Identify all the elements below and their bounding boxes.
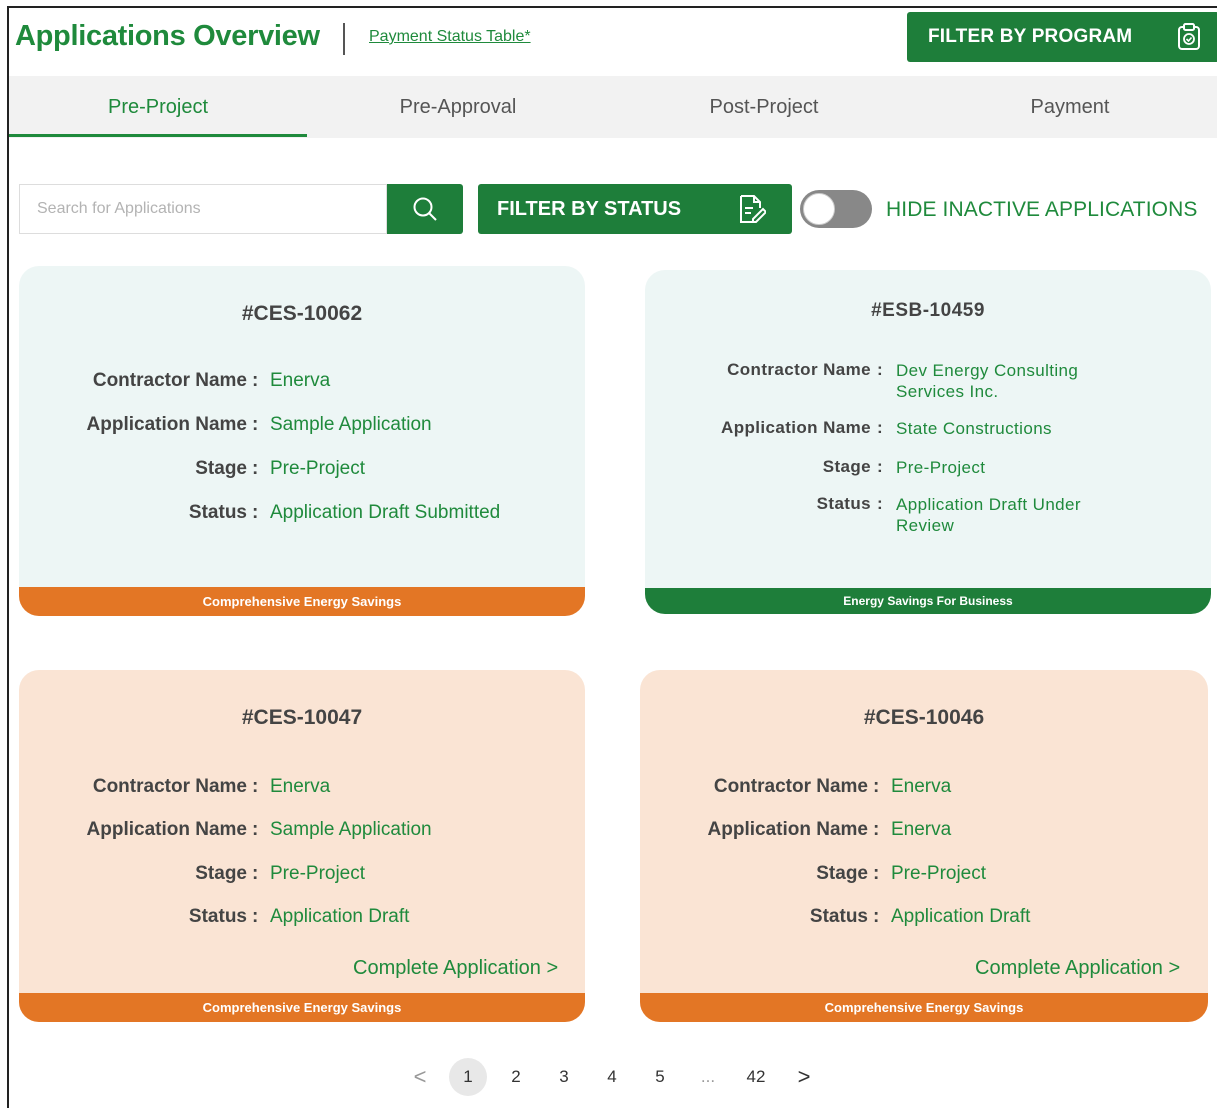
search-button[interactable]	[387, 184, 463, 234]
filter-by-status-label: FILTER BY STATUS	[497, 197, 682, 220]
status-label: Status	[188, 502, 247, 523]
active-tab-indicator	[9, 134, 307, 137]
stage-value: Pre-Project	[270, 863, 366, 884]
application-name-label: Application Name	[86, 819, 247, 840]
application-name-label: Application Name	[721, 418, 871, 437]
colon: :	[252, 414, 259, 435]
application-id: #CES-10046	[863, 706, 985, 729]
header: Applications Overview Payment Status Tab…	[9, 8, 1217, 76]
pagination: < 1 2 3 4 5 ... 42 >	[9, 1058, 1217, 1098]
program-badge: Comprehensive Energy Savings	[19, 587, 585, 616]
program-badge: Comprehensive Energy Savings	[640, 993, 1208, 1022]
application-card[interactable]: #CES-10046 Contractor Name : Enerva Appl…	[640, 670, 1208, 1022]
toggle-knob	[803, 193, 835, 225]
stage-value: Pre-Project	[896, 458, 986, 477]
contractor-value: Dev Energy Consulting Services Inc.	[896, 361, 1079, 401]
header-divider	[343, 23, 345, 55]
contractor-label: Contractor Name	[727, 360, 871, 379]
program-badge: Comprehensive Energy Savings	[19, 993, 585, 1022]
colon: :	[877, 360, 884, 379]
stage-label: Stage	[816, 863, 868, 884]
page-ellipsis: ...	[700, 1067, 716, 1086]
app-frame: Applications Overview Payment Status Tab…	[7, 6, 1217, 1108]
search-icon	[413, 197, 437, 221]
hide-inactive-toggle[interactable]	[800, 190, 872, 228]
contractor-label: Contractor Name	[92, 370, 247, 391]
filter-by-status-button[interactable]: FILTER BY STATUS	[478, 184, 792, 234]
colon: :	[873, 776, 880, 797]
prev-page-button[interactable]: <	[401, 1058, 439, 1096]
stage-label: Stage	[195, 458, 247, 479]
status-label: Status	[816, 494, 871, 513]
hide-inactive-label: HIDE INACTIVE APPLICATIONS	[886, 198, 1198, 221]
page-1-button[interactable]: 1	[449, 1058, 487, 1096]
search-input[interactable]	[37, 200, 377, 218]
page-4-button[interactable]: 4	[593, 1058, 631, 1096]
colon: :	[252, 370, 259, 391]
colon: :	[252, 458, 259, 479]
page-2-button[interactable]: 2	[497, 1058, 535, 1096]
payment-status-link[interactable]: Payment Status Table*	[369, 28, 531, 46]
clipboard-icon	[1178, 23, 1200, 50]
colon: :	[877, 494, 884, 513]
application-name-value: State Constructions	[896, 419, 1052, 438]
page-42-button[interactable]: 42	[737, 1058, 775, 1096]
contractor-value: Enerva	[270, 776, 331, 797]
tab-pre-approval[interactable]: Pre-Approval	[309, 76, 607, 138]
application-name-label: Application Name	[707, 819, 868, 840]
colon: :	[252, 906, 259, 927]
application-card[interactable]: #ESB-10459 Contractor Name : Dev Energy …	[645, 270, 1211, 614]
tab-pre-project[interactable]: Pre-Project	[9, 76, 307, 138]
page-5-button[interactable]: 5	[641, 1058, 679, 1096]
complete-application-link[interactable]: Complete Application >	[975, 957, 1180, 980]
application-name-value: Sample Application	[270, 819, 432, 840]
program-badge: Energy Savings For Business	[645, 588, 1211, 614]
search-box	[19, 184, 387, 234]
stage-label: Stage	[195, 863, 247, 884]
application-name-value: Sample Application	[270, 414, 432, 435]
application-id: #CES-10047	[241, 706, 363, 729]
application-name-value: Enerva	[891, 819, 952, 840]
status-value: Application Draft	[891, 906, 1031, 927]
contractor-label: Contractor Name	[713, 776, 868, 797]
stage-label: Stage	[822, 457, 871, 476]
status-value: Application Draft Submitted	[270, 502, 501, 523]
page-3-button[interactable]: 3	[545, 1058, 583, 1096]
status-value: Application Draft	[270, 906, 410, 927]
colon: :	[252, 819, 259, 840]
colon: :	[252, 863, 259, 884]
application-id: #ESB-10459	[871, 300, 985, 321]
stage-tabs: Pre-Project Pre-Approval Post-Project Pa…	[9, 76, 1217, 138]
colon: :	[877, 457, 884, 476]
stage-value: Pre-Project	[891, 863, 987, 884]
page-title: Applications Overview	[15, 20, 320, 52]
filter-by-program-button[interactable]: FILTER BY PROGRAM	[907, 12, 1217, 62]
status-value: Application Draft Under Review	[896, 495, 1081, 535]
colon: :	[873, 906, 880, 927]
contractor-label: Contractor Name	[92, 776, 247, 797]
tab-post-project[interactable]: Post-Project	[615, 76, 913, 138]
colon: :	[877, 418, 884, 437]
application-name-label: Application Name	[86, 414, 247, 435]
stage-value: Pre-Project	[270, 458, 366, 479]
edit-document-icon	[740, 195, 766, 223]
colon: :	[873, 819, 880, 840]
status-label: Status	[809, 906, 868, 927]
colon: :	[252, 776, 259, 797]
colon: :	[252, 502, 259, 523]
complete-application-link[interactable]: Complete Application >	[353, 957, 558, 980]
application-card[interactable]: #CES-10062 Contractor Name : Enerva Appl…	[19, 266, 585, 616]
contractor-value: Enerva	[270, 370, 331, 391]
application-card[interactable]: #CES-10047 Contractor Name : Enerva Appl…	[19, 670, 585, 1022]
status-label: Status	[188, 906, 247, 927]
next-page-button[interactable]: >	[785, 1058, 823, 1096]
colon: :	[873, 863, 880, 884]
tab-payment[interactable]: Payment	[921, 76, 1217, 138]
filter-by-program-label: FILTER BY PROGRAM	[928, 26, 1133, 47]
application-id: #CES-10062	[241, 302, 363, 325]
contractor-value: Enerva	[891, 776, 952, 797]
